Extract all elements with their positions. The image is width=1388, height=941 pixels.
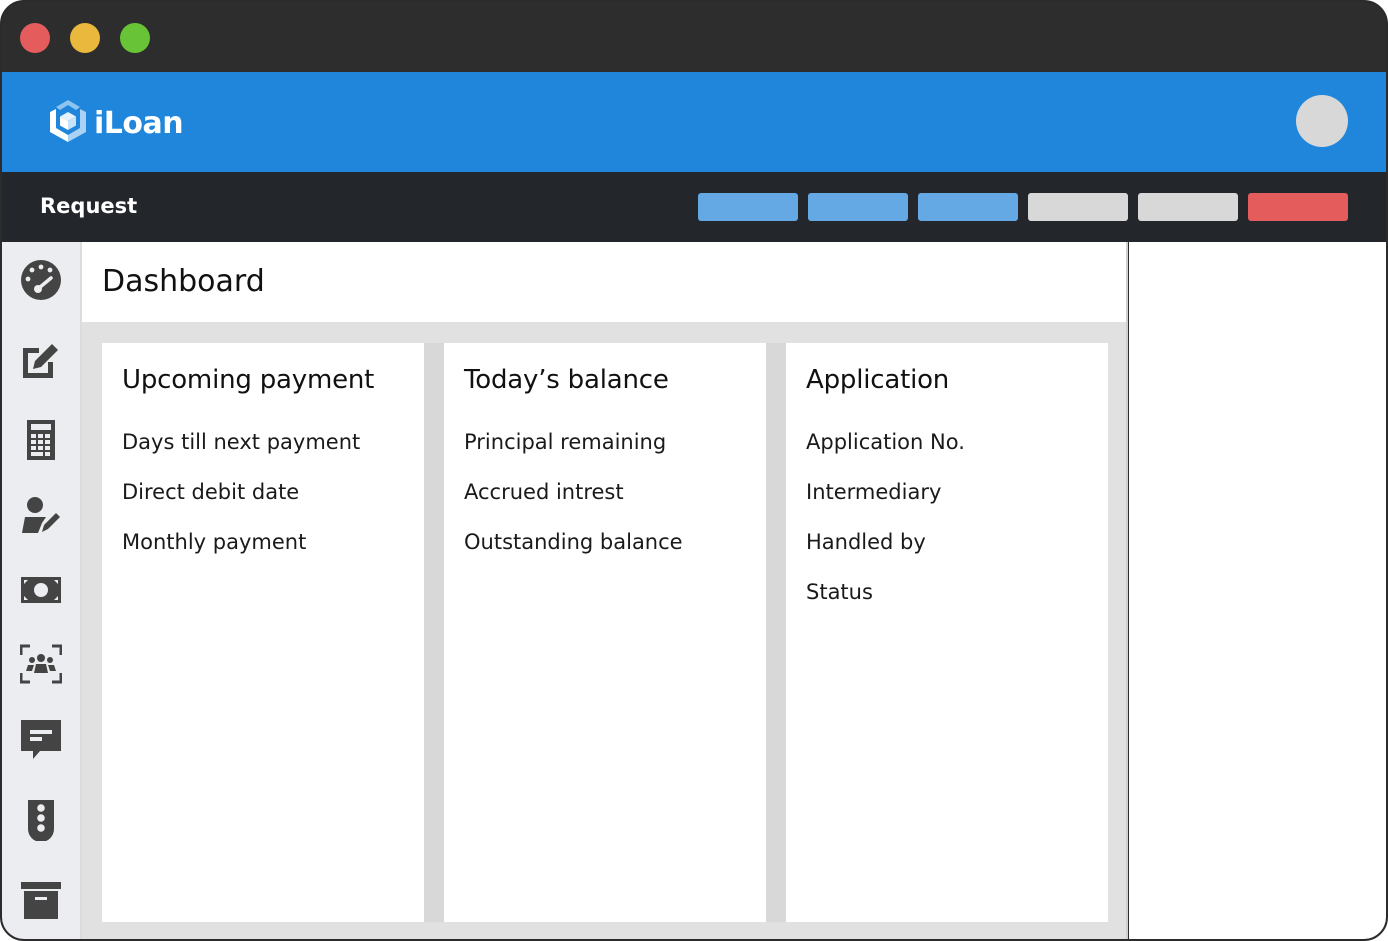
brand-logo[interactable]: iLoan — [46, 98, 184, 148]
column-divider — [766, 343, 786, 922]
edit-icon — [20, 339, 62, 385]
card-field-list: Application No. Intermediary Handled by … — [806, 427, 965, 627]
user-avatar[interactable] — [1296, 95, 1348, 147]
dashboard-gauge-icon — [20, 259, 62, 305]
card-title: Today’s balance — [464, 365, 669, 395]
action-button-1[interactable] — [698, 193, 798, 221]
card-title: Application — [806, 365, 950, 395]
field-label: Accrued intrest — [464, 480, 624, 504]
field-label: Application No. — [806, 430, 965, 454]
message-icon — [20, 719, 62, 765]
field-label: Status — [806, 580, 873, 604]
card-title: Upcoming payment — [122, 365, 375, 395]
sidebar-item-group[interactable] — [19, 643, 63, 689]
field-label: Intermediary — [806, 480, 942, 504]
column-divider — [424, 343, 444, 922]
sidebar-item-edit[interactable] — [20, 341, 62, 383]
sidebar-item-calculator[interactable] — [20, 419, 62, 465]
field-label: Handled by — [806, 530, 926, 554]
sidebar-item-messages[interactable] — [20, 719, 62, 765]
request-toolbar: Request — [2, 172, 1386, 242]
field-label: Direct debit date — [122, 480, 300, 504]
sidebar — [2, 242, 82, 939]
action-button-2[interactable] — [808, 193, 908, 221]
main-content: Dashboard Upcoming payment Days till nex… — [82, 242, 1128, 939]
action-button-3[interactable] — [918, 193, 1018, 221]
section-title: Request — [40, 194, 138, 218]
card-field-list: Principal remaining Accrued intrest Outs… — [464, 427, 683, 577]
window-maximize-button[interactable] — [120, 23, 150, 53]
field-label: Principal remaining — [464, 430, 667, 454]
card-upcoming-payment: Upcoming payment Days till next payment … — [102, 343, 424, 922]
field-label: Monthly payment — [122, 530, 307, 554]
title-bar — [2, 2, 1386, 72]
user-edit-icon — [20, 495, 62, 541]
card-application: Application Application No. Intermediary… — [786, 343, 1108, 922]
danger-action-button[interactable] — [1248, 193, 1348, 221]
archive-icon — [20, 879, 62, 925]
sidebar-item-payments[interactable] — [20, 571, 62, 613]
group-icon — [19, 643, 63, 689]
calculator-icon — [20, 419, 62, 465]
window-minimize-button[interactable] — [70, 23, 100, 53]
action-button-5[interactable] — [1138, 193, 1238, 221]
cube-hexagon-icon — [46, 98, 90, 148]
card-field-list: Days till next payment Direct debit date… — [122, 427, 360, 577]
toolbar-actions — [698, 193, 1348, 221]
field-label: Outstanding balance — [464, 530, 683, 554]
sidebar-item-dashboard[interactable] — [20, 259, 62, 305]
sidebar-item-archive[interactable] — [20, 881, 62, 923]
app-window: iLoan Request Dashboard Upcoming payment… — [0, 0, 1388, 941]
window-close-button[interactable] — [20, 23, 50, 53]
field-label: Days till next payment — [122, 430, 361, 454]
app-header: iLoan — [2, 72, 1386, 172]
sidebar-item-user-edit[interactable] — [20, 497, 62, 539]
money-icon — [20, 569, 62, 615]
page-title: Dashboard — [102, 264, 265, 299]
action-button-4[interactable] — [1028, 193, 1128, 221]
sidebar-item-status[interactable] — [20, 799, 62, 845]
card-todays-balance: Today’s balance Principal remaining Accr… — [444, 343, 766, 922]
brand-name: iLoan — [94, 105, 184, 141]
page-header: Dashboard — [82, 242, 1126, 322]
right-panel — [1129, 242, 1386, 939]
traffic-light-icon — [20, 799, 62, 845]
